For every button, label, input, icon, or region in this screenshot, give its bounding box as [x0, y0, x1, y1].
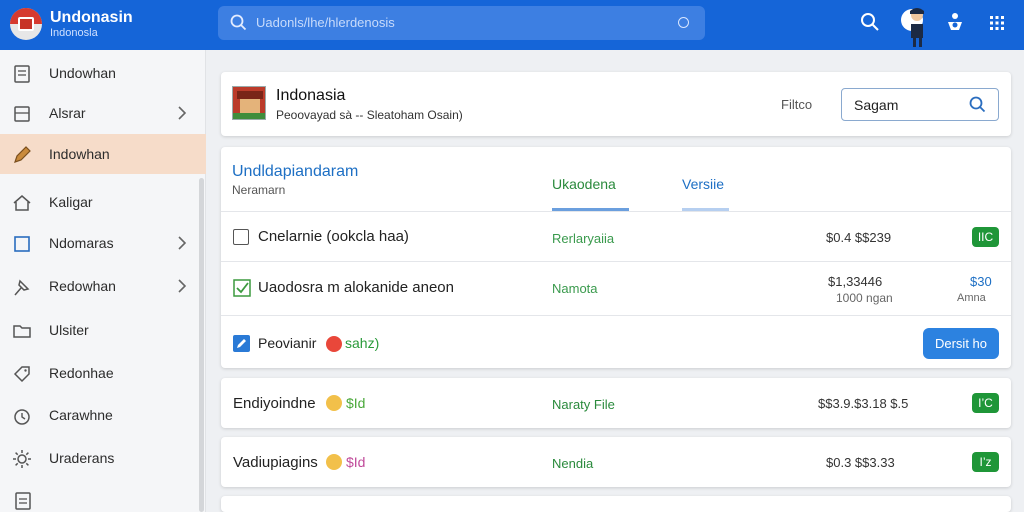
row-title: Uaodosra m alokanide aneon: [258, 279, 454, 296]
status-badge: IIC: [972, 227, 999, 247]
chevron-right-icon: [178, 106, 187, 120]
app-title: Undonasin: [50, 9, 133, 26]
sidebar-item-2[interactable]: Alsrar: [0, 93, 206, 133]
sidebar-item-label: Indowhan: [49, 146, 110, 162]
notifications-icon[interactable]: [945, 12, 965, 34]
row-amount-detail: 1000 ngan: [836, 291, 893, 305]
sidebar-item-label: Carawhne: [49, 407, 113, 423]
apps-grid-icon[interactable]: [989, 15, 1005, 31]
row-value: $30: [970, 274, 992, 289]
gear-icon: [13, 450, 31, 468]
row-title: Vadiupiagins: [233, 454, 318, 471]
row-value-label: Amna: [957, 292, 986, 304]
folder-icon: [13, 325, 31, 338]
top-bar: Undonasin Indonosla Uadonls/lhe/hlerdeno…: [0, 0, 1024, 50]
user-avatar[interactable]: [900, 4, 930, 48]
sidebar-item-8[interactable]: Redonhae: [0, 353, 206, 393]
row-checkbox[interactable]: [233, 229, 249, 245]
sidebar-item-label: Undowhan: [49, 65, 116, 81]
sidebar-item-label: Alsrar: [49, 105, 86, 121]
home-icon: [13, 195, 31, 211]
square-icon: [14, 236, 30, 252]
search-icon[interactable]: [860, 12, 880, 32]
sidebar-item-9[interactable]: Carawhne: [0, 395, 206, 435]
emoji-icon: [326, 336, 342, 352]
list-item[interactable]: Vadiupiagins $Id Nendia $0.3 $$3.33 I’z: [221, 437, 1011, 487]
tab-1[interactable]: Ukaodena: [552, 176, 616, 192]
row-status: Nendia: [552, 456, 594, 471]
emoji-icon: [326, 395, 342, 411]
details-button[interactable]: Dersit ho: [923, 328, 999, 359]
row-tag: $Id: [346, 454, 366, 470]
status-badge: I’C: [972, 393, 999, 413]
row-title: Cnelarnie (ookcla haa): [258, 228, 409, 245]
page-title: Indonasia: [276, 87, 346, 104]
row-tag: $Id: [346, 395, 366, 411]
search-icon[interactable]: [969, 96, 986, 113]
filter-value: Sagam: [854, 97, 899, 113]
chevron-right-icon: [178, 236, 187, 250]
edit-checkbox-icon[interactable]: [233, 335, 250, 352]
chevron-right-icon: [178, 279, 187, 293]
document-icon[interactable]: [14, 492, 32, 510]
pin-icon: [14, 279, 30, 296]
document-icon: [14, 65, 30, 83]
sidebar-item-label: Uraderans: [49, 450, 115, 466]
list-item[interactable]: [221, 496, 1011, 512]
sidebar-item-10[interactable]: Uraderans: [0, 438, 206, 478]
tag-icon: [13, 366, 30, 383]
divider: [221, 211, 1011, 212]
row-amount: $$3.9.$3.18 $.5: [818, 396, 909, 411]
sidebar-item-3[interactable]: Indowhan: [0, 134, 206, 174]
clock-icon: [14, 409, 30, 425]
sidebar: Undowhan Alsrar Indowhan Kaligar Ndomara…: [0, 50, 206, 512]
list-icon: [14, 106, 30, 122]
filter-input[interactable]: Sagam: [841, 88, 999, 121]
app-subtitle: Indonosla: [50, 27, 98, 39]
sidebar-item-label: Ndomaras: [49, 235, 114, 251]
sidebar-scrollbar[interactable]: [199, 178, 204, 512]
sidebar-item-label: Redonhae: [49, 365, 114, 381]
search-input[interactable]: Uadonls/lhe/hlerdenosis: [218, 6, 705, 40]
row-status: Namota: [552, 281, 598, 296]
pen-icon: [14, 146, 31, 163]
checkbox-checked-icon[interactable]: [233, 279, 251, 297]
row-amount: $0.3 $$3.33: [826, 455, 895, 470]
row-status: Rerlaryaiia: [552, 231, 615, 246]
tab-2[interactable]: Versiie: [682, 176, 724, 192]
section-subtitle: Neramarn: [232, 183, 286, 197]
search-icon: [230, 14, 247, 31]
voice-search-icon[interactable]: [678, 17, 689, 28]
divider: [221, 261, 1011, 262]
page-subtitle: Peoovayad sà -- Sleatoham Osain): [276, 108, 463, 122]
sidebar-item-7[interactable]: Ulsiter: [0, 310, 206, 350]
sidebar-item-label: Kaligar: [49, 194, 93, 210]
row-amount: $1,33446: [828, 274, 883, 289]
sidebar-item-6[interactable]: Redowhan: [0, 266, 206, 306]
search-placeholder: Uadonls/lhe/hlerdenosis: [256, 15, 395, 30]
row-status: Naraty File: [552, 397, 615, 412]
row-title: Peovianir: [258, 335, 317, 351]
sidebar-item-4[interactable]: Kaligar: [0, 182, 206, 222]
row-tag: sahz): [345, 335, 380, 351]
emoji-icon: [326, 454, 342, 470]
row-title: Endiyoindne: [233, 395, 316, 412]
main-card: Undldapiandaram Neramarn Ukaodena Versii…: [221, 147, 1011, 368]
sidebar-item-label: Ulsiter: [49, 322, 89, 338]
app-logo[interactable]: [10, 8, 42, 40]
status-badge: I’z: [972, 452, 999, 472]
row-amount: $0.4 $$239: [826, 230, 892, 245]
section-title: Undldapiandaram: [232, 163, 359, 180]
divider: [221, 315, 1011, 316]
sidebar-item-1[interactable]: Undowhan: [0, 53, 206, 93]
filter-label: Filtco: [781, 97, 813, 112]
page-header-card: Indonasia Peoovayad sà -- Sleatoham Osai…: [221, 72, 1011, 136]
sidebar-item-5[interactable]: Ndomaras: [0, 223, 206, 263]
list-item[interactable]: Endiyoindne $Id Naraty File $$3.9.$3.18 …: [221, 378, 1011, 428]
sidebar-item-label: Redowhan: [49, 278, 116, 294]
country-image: [232, 86, 266, 120]
